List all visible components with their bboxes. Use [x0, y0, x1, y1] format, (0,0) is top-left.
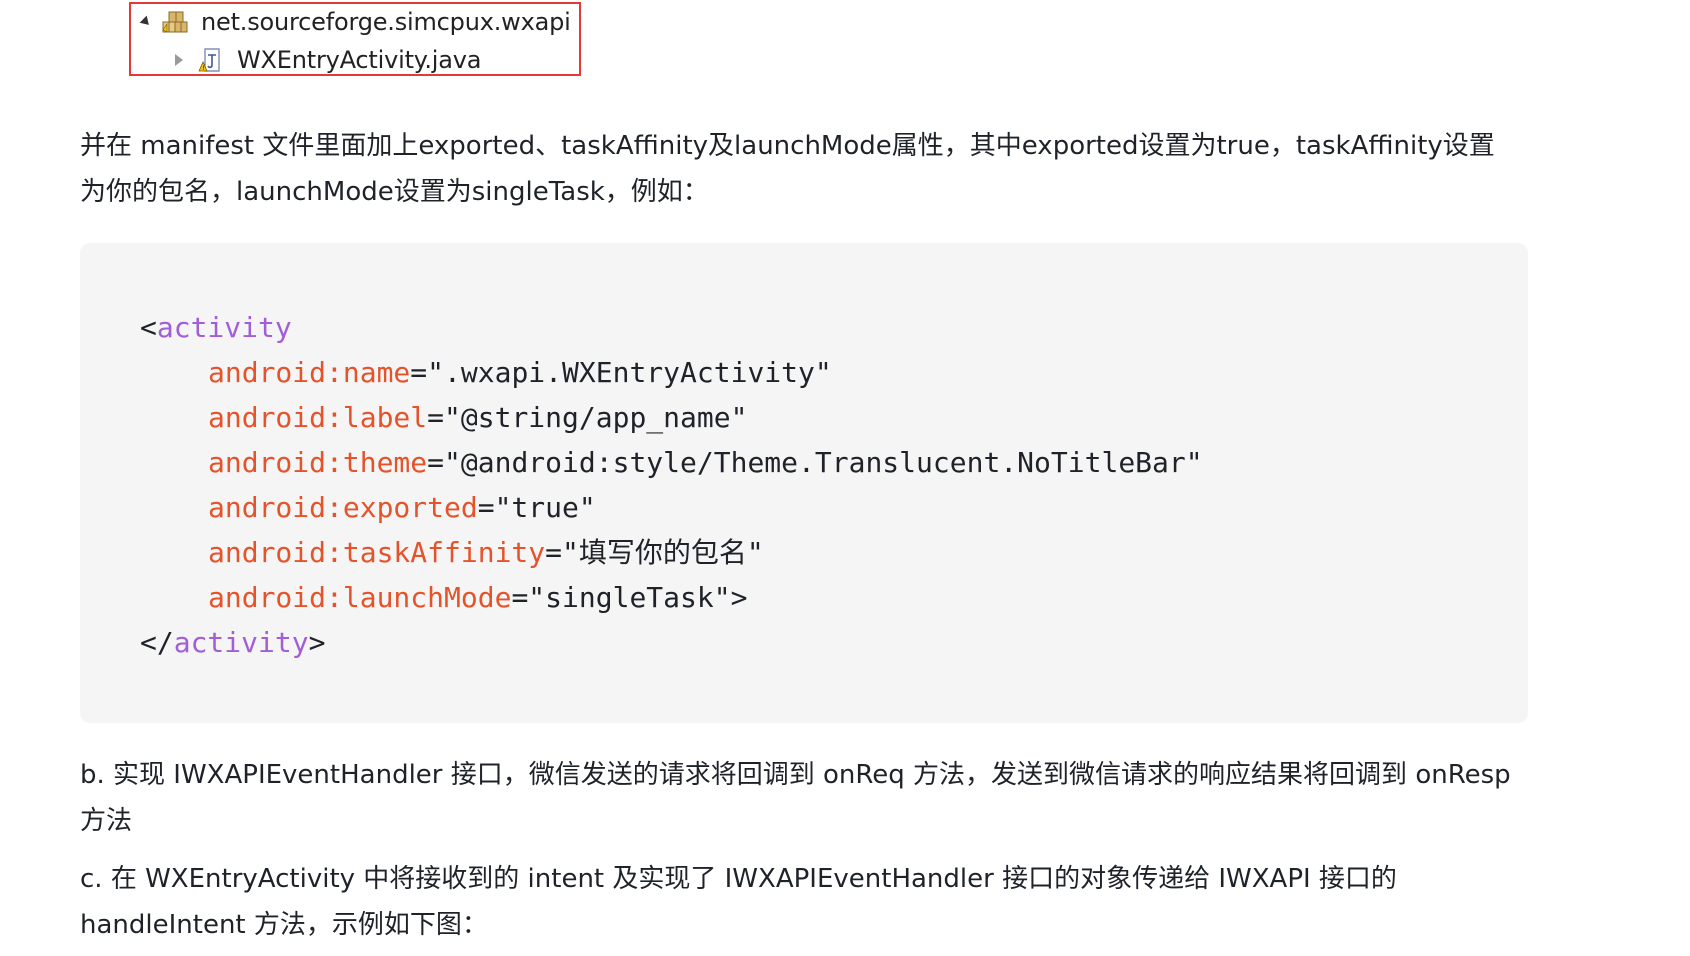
- code-attr-exported: android:exported: [208, 491, 478, 524]
- tree-row-package[interactable]: net.sourceforge.simcpux.wxapi: [131, 6, 571, 38]
- code-attr-name: android:name: [208, 356, 411, 389]
- package-tree-screenshot: net.sourceforge.simcpux.wxapi ! WXEntryA…: [129, 2, 581, 76]
- code-close-end: >: [308, 626, 326, 659]
- code-equals: =: [427, 401, 445, 434]
- expanded-triangle-icon[interactable]: [139, 15, 153, 29]
- manifest-code-block: <activity android:name=".wxapi.WXEntryAc…: [80, 243, 1528, 723]
- step-b-paragraph: b. 实现 IWXAPIEventHandler 接口，微信发送的请求将回调到 …: [80, 760, 1511, 836]
- code-value-exported: "true": [494, 491, 596, 524]
- code-line-attr-exported: android:exported="true": [140, 485, 1528, 530]
- code-close-tag-name: activity: [173, 626, 309, 659]
- code-line-attr-name: android:name=".wxapi.WXEntryActivity": [140, 350, 1528, 395]
- code-line-close-tag: </activity>: [140, 620, 1528, 665]
- java-file-name: WXEntryActivity.java: [237, 46, 482, 74]
- java-file-icon: !: [198, 48, 220, 72]
- code-value-task-affinity: "填写你的包名": [562, 536, 764, 569]
- code-attr-label: android:label: [208, 401, 428, 434]
- code-equals: =: [511, 581, 529, 614]
- code-equals: =: [545, 536, 563, 569]
- code-value-launch-mode: "singleTask">: [528, 581, 748, 614]
- code-attr-theme: android:theme: [208, 446, 428, 479]
- package-name: net.sourceforge.simcpux.wxapi: [201, 8, 571, 36]
- code-open-bracket: <: [140, 311, 157, 344]
- collapsed-triangle-icon[interactable]: [175, 54, 183, 66]
- code-value-label: "@string/app_name": [444, 401, 748, 434]
- code-line-open-tag: <activity: [140, 305, 1528, 350]
- code-line-attr-theme: android:theme="@android:style/Theme.Tran…: [140, 440, 1528, 485]
- code-attr-launch-mode: android:launchMode: [208, 581, 512, 614]
- code-line-attr-launch-mode: android:launchMode="singleTask">: [140, 575, 1528, 620]
- code-line-attr-label: android:label="@string/app_name": [140, 395, 1528, 440]
- code-tag-name: activity: [156, 311, 292, 344]
- code-equals: =: [477, 491, 495, 524]
- code-attr-task-affinity: android:taskAffinity: [208, 536, 546, 569]
- svg-text:!: !: [202, 65, 204, 72]
- code-equals: =: [410, 356, 428, 389]
- code-value-theme: "@android:style/Theme.Translucent.NoTitl…: [444, 446, 1203, 479]
- manifest-instruction-paragraph: 并在 manifest 文件里面加上exported、taskAffinity及…: [80, 131, 1495, 207]
- code-equals: =: [427, 446, 445, 479]
- code-value-name: ".wxapi.WXEntryActivity": [427, 356, 832, 389]
- code-close-open: </: [140, 626, 174, 659]
- package-icon: [162, 11, 188, 33]
- step-c-paragraph: c. 在 WXEntryActivity 中将接收到的 intent 及实现了 …: [80, 864, 1397, 940]
- tree-row-java-file[interactable]: ! WXEntryActivity.java: [131, 44, 481, 76]
- code-line-attr-task-affinity: android:taskAffinity="填写你的包名": [140, 530, 1528, 575]
